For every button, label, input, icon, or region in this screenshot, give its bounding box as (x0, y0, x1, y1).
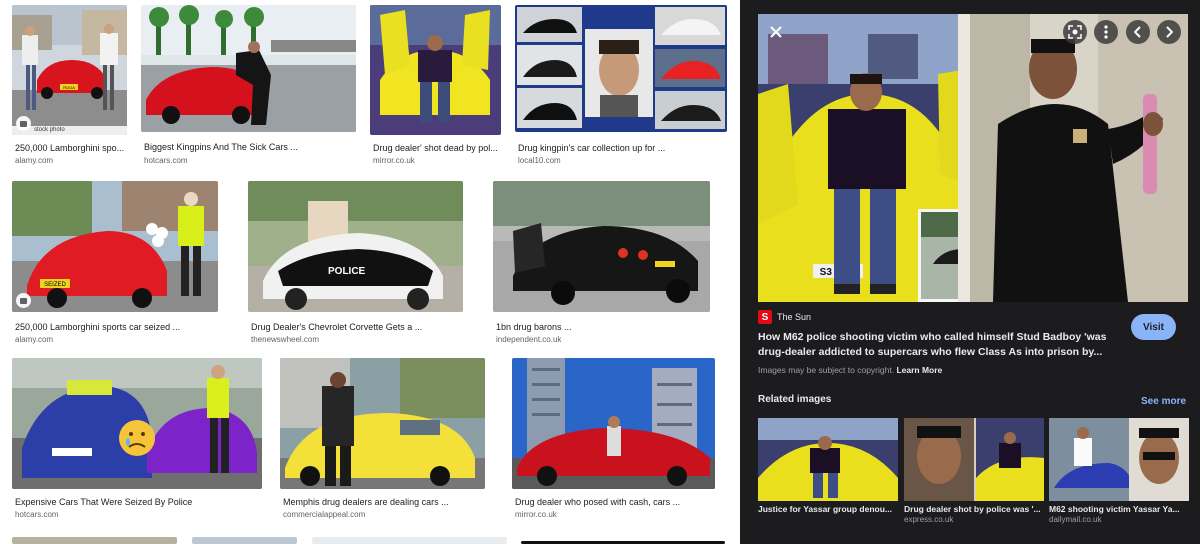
result-source[interactable]: mirror.co.uk (515, 510, 557, 519)
preview-title[interactable]: How M62 police shooting victim who calle… (758, 330, 1123, 360)
result-thumbnail[interactable] (12, 358, 262, 489)
result-thumbnail[interactable] (512, 358, 715, 489)
related-image-card[interactable]: Justice for Yassar group denou... (758, 418, 898, 514)
result-source[interactable]: local10.com (518, 156, 561, 165)
related-source[interactable]: express.co.uk (904, 515, 1044, 524)
related-image-card[interactable]: Drug dealer shot by police was '... expr… (904, 418, 1044, 524)
result-source[interactable]: thenewswheel.com (251, 335, 319, 344)
result-title[interactable]: Drug dealer who posed with cash, cars ..… (515, 497, 715, 507)
result-thumbnail[interactable] (141, 5, 356, 132)
result-title[interactable]: Drug kingpin's car collection up for ... (518, 143, 727, 153)
result-tile[interactable]: Biggest Kingpins And The Sick Cars ... h… (141, 5, 356, 165)
result-thumbnail[interactable] (515, 5, 727, 132)
result-thumbnail[interactable] (493, 181, 710, 312)
result-tile[interactable]: Expensive Cars That Were Seized By Polic… (12, 358, 262, 523)
result-tile[interactable] (192, 537, 297, 544)
chevron-left-icon[interactable] (1126, 20, 1150, 44)
result-source[interactable]: independent.co.uk (496, 335, 561, 344)
close-icon[interactable] (764, 20, 788, 44)
result-title[interactable]: Drug dealer' shot dead by pol... (373, 143, 501, 153)
result-tile[interactable]: ROGA stock photo 250,000 Lamborghini spo… (12, 5, 127, 165)
result-title[interactable]: Memphis drug dealers are dealing cars ..… (283, 497, 485, 507)
related-thumbnail[interactable] (1049, 418, 1189, 501)
result-thumbnail[interactable]: ROGA stock photo (12, 5, 127, 135)
source-name[interactable]: The Sun (777, 312, 811, 322)
more-vert-icon[interactable] (1094, 20, 1118, 44)
result-tile[interactable]: Drug kingpin's car collection up for ...… (515, 5, 727, 165)
copyright-notice: Images may be subject to copyright. Lear… (758, 365, 942, 375)
result-title[interactable]: 250,000 Lamborghini sports car seized ..… (15, 322, 218, 332)
result-tile[interactable]: POLICE Drug Dealer's Chevrolet Corvette … (248, 181, 463, 346)
result-source[interactable]: alamy.com (15, 335, 53, 344)
related-title[interactable]: Justice for Yassar group denou... (758, 504, 898, 514)
result-title[interactable]: 1bn drug barons ... (496, 322, 710, 332)
ferrari-plate: ROGA (63, 85, 75, 90)
learn-more-link[interactable]: Learn More (896, 365, 942, 375)
lens-icon[interactable] (1063, 20, 1087, 44)
result-thumbnail[interactable] (280, 358, 485, 489)
chevron-right-icon[interactable] (1157, 20, 1181, 44)
result-tile[interactable]: 1bn drug barons ... independent.co.uk (493, 181, 710, 346)
preview-panel: S3 UPO (740, 0, 1200, 544)
preview-image[interactable]: S3 UPO (758, 14, 1188, 302)
related-title[interactable]: M62 shooting victim Yassar Ya... (1049, 504, 1189, 514)
copyright-text: Images may be subject to copyright. (758, 365, 895, 375)
result-source[interactable]: mirror.co.uk (373, 156, 415, 165)
results-grid: ROGA stock photo 250,000 Lamborghini spo… (0, 0, 740, 544)
result-title[interactable]: Expensive Cars That Were Seized By Polic… (15, 497, 262, 507)
police-car-text: POLICE (328, 266, 366, 277)
related-source[interactable]: dailymail.co.uk (1049, 515, 1189, 524)
result-tile[interactable]: SEIZED 250,000 Lamborghini sports car se… (12, 181, 218, 346)
result-thumbnail[interactable] (12, 537, 177, 544)
result-thumbnail[interactable]: SEIZED (12, 181, 218, 312)
result-source[interactable]: alamy.com (15, 156, 53, 165)
result-tile[interactable]: Drug dealer' shot dead by pol... mirror.… (370, 5, 501, 165)
result-source[interactable]: hotcars.com (15, 510, 59, 519)
image-badge-icon (16, 116, 31, 131)
result-title[interactable]: Drug Dealer's Chevrolet Corvette Gets a … (251, 322, 463, 332)
image-badge-icon (16, 293, 31, 308)
result-thumbnail[interactable] (312, 537, 507, 544)
result-thumbnail[interactable]: POLICE (248, 181, 463, 312)
result-title[interactable]: 250,000 Lamborghini spo... (15, 143, 127, 153)
source-row[interactable]: S The Sun (758, 310, 811, 324)
result-tile[interactable]: Memphis drug dealers are dealing cars ..… (280, 358, 485, 523)
result-source[interactable]: commercialappeal.com (283, 510, 365, 519)
related-image-card[interactable]: M62 shooting victim Yassar Ya... dailyma… (1049, 418, 1189, 524)
lambo-plate: SEIZED (44, 282, 66, 288)
related-images-heading: Related images (758, 394, 832, 405)
result-thumbnail[interactable] (192, 537, 297, 544)
the-sun-logo-icon: S (758, 310, 772, 324)
see-more-link[interactable]: See more (1141, 396, 1186, 407)
related-title[interactable]: Drug dealer shot by police was '... (904, 504, 1044, 514)
result-thumbnail[interactable] (370, 5, 501, 135)
related-thumbnail[interactable] (904, 418, 1044, 501)
result-tile[interactable] (12, 537, 177, 544)
result-tile[interactable]: Drug dealer who posed with cash, cars ..… (512, 358, 715, 523)
result-tile[interactable] (312, 537, 507, 544)
result-source[interactable]: hotcars.com (144, 156, 188, 165)
result-title[interactable]: Biggest Kingpins And The Sick Cars ... (144, 142, 356, 152)
image-search-page: ROGA stock photo 250,000 Lamborghini spo… (0, 0, 1200, 544)
visit-button[interactable]: Visit (1131, 314, 1176, 340)
related-thumbnail[interactable] (758, 418, 898, 501)
